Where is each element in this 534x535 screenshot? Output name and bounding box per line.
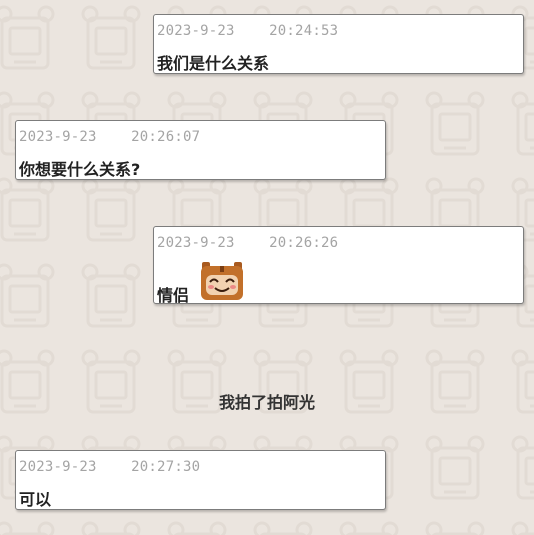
system-notice: 我拍了拍阿光 <box>218 393 315 412</box>
chat-message-list: 2023-9-23 20:24:53 我们是什么关系 2023-9-23 20:… <box>0 0 534 535</box>
message-timestamp: 2023-9-23 20:24:53 <box>157 23 339 39</box>
message-bubble-incoming[interactable]: 2023-9-23 20:26:07 你想要什么关系? <box>15 120 386 180</box>
message-text: 可以 <box>19 490 52 509</box>
message-timestamp: 2023-9-23 20:26:07 <box>19 129 201 145</box>
message-bubble-incoming[interactable]: 2023-9-23 20:27:30 可以 <box>15 450 386 510</box>
message-timestamp: 2023-9-23 20:26:26 <box>157 235 339 251</box>
smiling-tiger-face-icon <box>201 262 243 300</box>
message-timestamp: 2023-9-23 20:27:30 <box>19 459 201 475</box>
message-text: 你想要什么关系? <box>19 160 141 179</box>
message-text: 我们是什么关系 <box>157 54 270 73</box>
message-text: 情侣 <box>157 286 190 305</box>
message-bubble-outgoing[interactable]: 2023-9-23 20:24:53 我们是什么关系 <box>153 14 524 74</box>
message-bubble-outgoing[interactable]: 2023-9-23 20:26:26 情侣 <box>153 226 524 305</box>
